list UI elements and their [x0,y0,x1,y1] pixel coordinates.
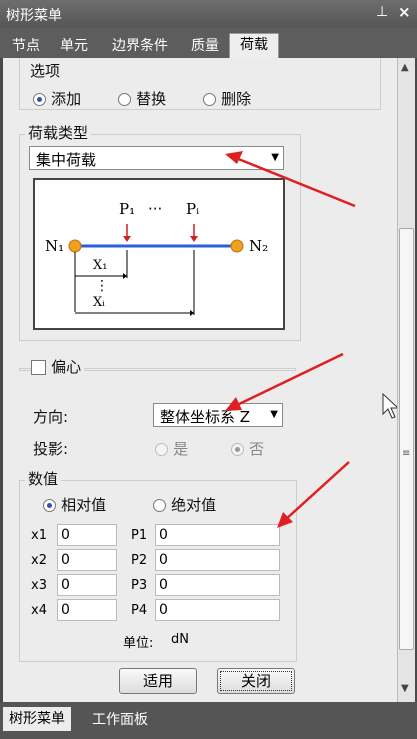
option-replace[interactable]: 替换 [118,88,166,109]
p3-label: P3 [131,578,148,593]
x2-input[interactable]: 0 [57,549,117,571]
p1-label: P1 [131,528,148,543]
eccentric-label: 偏心 [51,358,82,376]
x4-input[interactable]: 0 [57,599,117,621]
label-n1: N₁ [45,237,65,255]
p2-label: P2 [131,553,148,568]
x2-label: x2 [31,553,47,568]
close-button[interactable]: 关闭 [217,668,295,694]
option-delete-label: 删除 [221,90,252,108]
option-replace-label: 替换 [136,90,167,108]
values-label: 数值 [25,468,62,489]
direction-label: 方向: [33,408,69,426]
x1-label: x1 [31,528,47,543]
options-label: 选项 [28,60,63,81]
scroll-down-icon[interactable]: ▼ [401,683,409,694]
tab-work-panel[interactable]: 工作面板 [86,708,154,732]
bottom-tab-strip: 树形菜单 工作面板 [0,702,417,739]
tab-mass[interactable]: 质量 [184,35,226,57]
load-type-label: 荷载类型 [25,122,92,143]
pin-icon[interactable]: ⊥ [376,4,388,20]
label-x1: X₁ [93,258,108,273]
eccentric-checkbox-row[interactable]: 偏心 [31,356,85,377]
label-p1: P₁ [119,200,136,218]
radio-add[interactable] [33,93,46,106]
label-xi: Xᵢ [93,295,105,310]
node-n1 [68,239,82,253]
direction-value: 整体坐标系 Z [160,408,251,426]
scrollbar-thumb[interactable] [399,228,414,650]
tab-tree-menu[interactable]: 树形菜单 [3,707,71,731]
projection-label: 投影: [33,440,69,458]
node-n2 [230,239,244,253]
absolute-label: 绝对值 [171,496,217,514]
tab-loads[interactable]: 荷载 [229,33,279,59]
radio-delete[interactable] [203,93,216,106]
scroll-up-icon[interactable]: ▲ [401,62,409,73]
projection-yes: 是 [155,438,188,459]
vertical-scrollbar[interactable]: ▲ ≡ ▼ [397,58,415,702]
eccentric-checkbox[interactable] [31,360,46,375]
x4-label: x4 [31,603,47,618]
projection-no-label: 否 [249,440,265,458]
value-relative[interactable]: 相对值 [43,494,106,515]
label-pi: Pᵢ [186,200,200,218]
p3-input[interactable]: 0 [155,574,280,596]
radio-projection-no [231,443,244,456]
close-icon[interactable]: × [398,3,411,21]
mouse-cursor-icon [382,392,397,419]
load-diagram: P₁ ··· Pᵢ N₁ N₂ X₁ ⋮ Xᵢ [33,178,285,330]
option-add[interactable]: 添加 [33,88,81,109]
tab-strip: 节点 单元 边界条件 质量 荷载 [0,28,417,59]
radio-relative[interactable] [43,499,56,512]
x3-label: x3 [31,578,47,593]
p1-input[interactable]: 0 [155,524,280,546]
load-panel: 选项 添加 替换 删除 荷载类型 集中荷载 ▼ P₁ ··· Pᵢ N₁ N₂ … [3,58,397,702]
p4-label: P4 [131,603,148,618]
option-delete[interactable]: 删除 [203,88,251,109]
panel-title: 树形菜单 [6,8,62,24]
p2-input[interactable]: 0 [155,549,280,571]
x3-input[interactable]: 0 [57,574,117,596]
projection-yes-label: 是 [173,440,189,458]
radio-replace[interactable] [118,93,131,106]
p4-input[interactable]: 0 [155,599,280,621]
chevron-down-icon: ▼ [270,409,278,420]
label-vdots: ⋮ [95,278,109,294]
projection-no: 否 [231,438,264,459]
value-absolute[interactable]: 绝对值 [153,494,216,515]
panel-titlebar: 树形菜单 ⊥ × [0,0,417,28]
relative-label: 相对值 [61,496,107,514]
scrollbar-grip-icon: ≡ [402,448,411,459]
direction-select[interactable]: 整体坐标系 Z ▼ [153,403,283,427]
option-add-label: 添加 [51,90,82,108]
annotation-arrow-2 [234,352,344,408]
radio-projection-yes [155,443,168,456]
chevron-down-icon: ▼ [271,152,279,163]
unit-label: 单位: [123,636,154,651]
label-dots: ··· [148,200,163,218]
unit-value: dN [171,632,189,647]
apply-button[interactable]: 适用 [119,668,197,694]
load-type-value: 集中荷载 [36,151,97,169]
radio-absolute[interactable] [153,499,166,512]
tab-nodes[interactable]: 节点 [4,35,48,57]
x1-input[interactable]: 0 [57,524,117,546]
tab-elements[interactable]: 单元 [54,35,94,57]
load-type-select[interactable]: 集中荷载 ▼ [29,146,284,170]
tab-boundary[interactable]: 边界条件 [104,35,176,57]
label-n2: N₂ [249,237,269,255]
